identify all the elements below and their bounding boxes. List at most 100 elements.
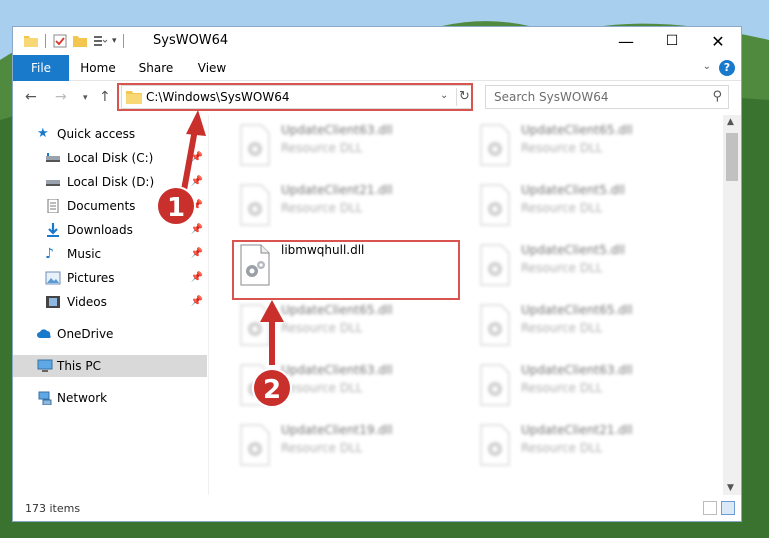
sidebar-item-network[interactable]: Network bbox=[13, 387, 207, 409]
file-tile[interactable]: UpdateClient21.dll Resource DLL bbox=[473, 419, 703, 471]
scroll-down-icon[interactable]: ▼ bbox=[727, 483, 734, 493]
back-arrow-icon[interactable]: ← bbox=[25, 89, 37, 105]
file-name: UpdateClient63.dll bbox=[521, 363, 633, 377]
computer-icon bbox=[37, 359, 53, 372]
file-list: UpdateClient63.dll Resource DLL UpdateCl… bbox=[211, 115, 723, 495]
sidebar-item-label: Music bbox=[67, 247, 102, 261]
quick-access-toolbar: ▾ bbox=[23, 33, 126, 49]
file-type: Resource DLL bbox=[521, 201, 603, 215]
expand-ribbon-icon[interactable]: ⌄ bbox=[703, 61, 711, 72]
file-tile[interactable]: UpdateClient21.dll Resource DLL bbox=[233, 179, 463, 231]
file-tile[interactable]: UpdateClient65.dll Resource DLL bbox=[233, 299, 463, 351]
search-placeholder[interactable]: Search SysWOW64 bbox=[494, 90, 608, 104]
forward-arrow-icon[interactable]: → bbox=[55, 89, 67, 105]
file-type: Resource DLL bbox=[281, 201, 363, 215]
file-name: UpdateClient65.dll bbox=[521, 123, 633, 137]
file-tile[interactable]: UpdateClient65.dll Resource DLL bbox=[473, 119, 703, 171]
sidebar-item-label: Quick access bbox=[57, 127, 136, 141]
drive-icon bbox=[46, 153, 60, 162]
file-type: Resource DLL bbox=[521, 321, 603, 335]
step-1-badge: 1 bbox=[156, 186, 196, 226]
sidebar-item-label: Network bbox=[57, 391, 108, 405]
dll-file-icon bbox=[480, 244, 510, 286]
file-tile[interactable]: UpdateClient63.dll Resource DLL bbox=[233, 119, 463, 171]
navigation-pane: ★ Quick access Local Disk (C:) 📌 Local D… bbox=[13, 115, 209, 495]
file-tile[interactable]: UpdateClient65.dll Resource DLL bbox=[473, 299, 703, 351]
file-name: libmwqhull.dll bbox=[281, 243, 365, 257]
file-tile[interactable]: UpdateClient5.dll Resource DLL bbox=[473, 239, 703, 291]
sidebar-item-pictures[interactable]: Pictures 📌 bbox=[13, 267, 207, 289]
sidebar-item-label: OneDrive bbox=[57, 327, 114, 341]
maximize-button[interactable]: ☐ bbox=[649, 27, 695, 55]
file-tile[interactable]: UpdateClient5.dll Resource DLL bbox=[473, 179, 703, 231]
address-path[interactable]: C:\Windows\SysWOW64 bbox=[146, 90, 290, 104]
tab-view[interactable]: View bbox=[189, 55, 235, 81]
item-count: 173 items bbox=[25, 502, 81, 515]
star-icon: ★ bbox=[37, 126, 49, 141]
pin-icon[interactable]: 📌 bbox=[191, 243, 203, 265]
up-arrow-icon[interactable]: ↑ bbox=[99, 89, 111, 105]
file-type: Resource DLL bbox=[281, 141, 363, 155]
sidebar-item-local-disk-c[interactable]: Local Disk (C:) 📌 bbox=[13, 147, 207, 169]
file-type: Resource DLL bbox=[281, 321, 363, 335]
pin-icon[interactable]: 📌 bbox=[191, 267, 203, 289]
minimize-button[interactable]: — bbox=[603, 27, 649, 55]
refresh-icon[interactable]: ↻ bbox=[456, 88, 472, 106]
dll-file-icon bbox=[480, 184, 510, 226]
dll-file-icon bbox=[480, 364, 510, 406]
dropdown-arrow-icon[interactable]: ▾ bbox=[112, 36, 117, 46]
pin-icon[interactable]: 📌 bbox=[191, 147, 203, 169]
pin-icon[interactable]: 📌 bbox=[191, 219, 203, 241]
file-tile[interactable]: UpdateClient63.dll Resource DLL bbox=[473, 359, 703, 411]
pin-icon[interactable]: 📌 bbox=[191, 291, 203, 313]
sidebar-item-quick-access[interactable]: ★ Quick access bbox=[13, 123, 207, 145]
large-icons-view-icon[interactable] bbox=[721, 501, 735, 515]
sidebar-item-onedrive[interactable]: OneDrive bbox=[13, 323, 207, 345]
address-bar[interactable]: C:\Windows\SysWOW64 ⌄ ↻ bbox=[121, 85, 473, 109]
address-dropdown-icon[interactable]: ⌄ bbox=[440, 90, 448, 101]
sidebar-item-label: Downloads bbox=[67, 223, 133, 237]
drive-icon bbox=[46, 180, 60, 186]
recent-locations-icon[interactable]: ▾ bbox=[83, 93, 88, 103]
search-icon[interactable]: ⚲ bbox=[712, 89, 722, 104]
sidebar-item-videos[interactable]: Videos 📌 bbox=[13, 291, 207, 313]
sidebar-item-label: Pictures bbox=[67, 271, 115, 285]
help-icon[interactable]: ? bbox=[719, 60, 735, 76]
dll-file-icon bbox=[480, 124, 510, 166]
sidebar-item-label: Documents bbox=[67, 199, 136, 213]
videos-icon bbox=[46, 296, 60, 308]
customize-icon[interactable] bbox=[92, 33, 108, 49]
documents-icon bbox=[47, 199, 59, 213]
tab-share[interactable]: Share bbox=[133, 55, 179, 81]
scroll-thumb[interactable] bbox=[726, 133, 738, 181]
file-type: Resource DLL bbox=[521, 441, 603, 455]
toolbar-separator bbox=[45, 34, 46, 48]
file-name: UpdateClient65.dll bbox=[281, 303, 393, 317]
close-button[interactable]: ✕ bbox=[695, 27, 741, 55]
file-type: Resource DLL bbox=[521, 141, 603, 155]
file-tile[interactable]: UpdateClient19.dll Resource DLL bbox=[233, 419, 463, 471]
dll-file-icon bbox=[240, 304, 270, 346]
file-name: UpdateClient5.dll bbox=[521, 183, 625, 197]
file-tile-libmwqhull[interactable]: libmwqhull.dll bbox=[233, 239, 463, 291]
properties-check-icon[interactable] bbox=[52, 33, 68, 49]
music-icon: ♪ bbox=[45, 246, 54, 262]
file-name: UpdateClient5.dll bbox=[521, 243, 625, 257]
file-name: UpdateClient21.dll bbox=[521, 423, 633, 437]
sidebar-item-this-pc[interactable]: This PC bbox=[13, 355, 207, 377]
vertical-scrollbar[interactable]: ▲ ▼ bbox=[723, 115, 741, 495]
tab-file[interactable]: File bbox=[13, 55, 69, 81]
pin-icon[interactable]: 📌 bbox=[191, 171, 203, 193]
search-box[interactable]: Search SysWOW64 ⚲ bbox=[485, 85, 729, 109]
step-2-badge: 2 bbox=[252, 368, 292, 408]
file-name: UpdateClient21.dll bbox=[281, 183, 393, 197]
file-name: UpdateClient19.dll bbox=[281, 423, 393, 437]
sidebar-item-music[interactable]: ♪ Music 📌 bbox=[13, 243, 207, 265]
status-bar: 173 items bbox=[13, 497, 741, 521]
tab-home[interactable]: Home bbox=[75, 55, 121, 81]
file-type: Resource DLL bbox=[281, 381, 363, 395]
details-view-icon[interactable] bbox=[703, 501, 717, 515]
new-folder-icon[interactable] bbox=[72, 33, 88, 49]
ribbon-tabs: File Home Share View ⌄ ? bbox=[13, 55, 741, 81]
scroll-up-icon[interactable]: ▲ bbox=[727, 117, 734, 127]
